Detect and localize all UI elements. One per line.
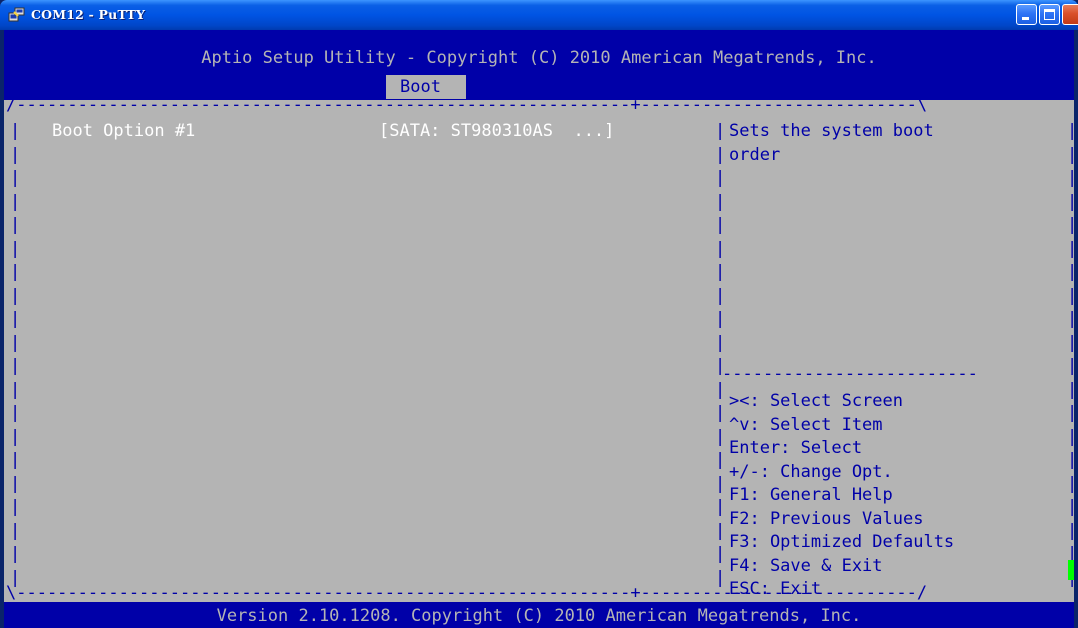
key-select-item: ^v: Select Item	[729, 414, 883, 435]
maximize-icon	[1044, 9, 1055, 20]
close-button[interactable]	[1062, 4, 1078, 25]
key-previous-values: F2: Previous Values	[729, 508, 924, 529]
middle-border: | | | | | | | | | | | | | | | | | | | |	[715, 121, 726, 588]
key-optimized-defaults: F3: Optimized Defaults	[729, 532, 955, 552]
maximize-button[interactable]	[1039, 4, 1060, 25]
right-border: | | | | | | | | | | | | | | | | | | | |	[1067, 121, 1074, 588]
boot-option-1-value[interactable]: [SATA: ST980310AS ...]	[379, 120, 614, 144]
left-border: | | | | | | | | | | | | | | | | | | | |	[10, 121, 21, 588]
key-legend: ><: Select Screen ^v: Select Item Enter:…	[729, 390, 954, 602]
help-line-2: order	[729, 144, 781, 165]
minimize-button[interactable]	[1016, 4, 1037, 25]
help-separator: -------------------------	[722, 364, 978, 384]
terminal-cursor	[1068, 560, 1074, 580]
bios-header-title: Aptio Setup Utility - Copyright (C) 2010…	[201, 48, 877, 68]
bios-footer-text: Version 2.10.1208. Copyright (C) 2010 Am…	[216, 606, 862, 626]
key-change-opt: +/-: Change Opt.	[729, 461, 893, 482]
boot-option-1-label[interactable]: Boot Option #1	[52, 120, 195, 144]
bios-footer: Version 2.10.1208. Copyright (C) 2010 Am…	[4, 602, 1074, 628]
minimize-icon	[1022, 17, 1029, 20]
putty-window: COM12 - PuTTY Aptio Setup Utility - Copy…	[0, 0, 1078, 628]
key-general-help: F1: General Help	[729, 485, 893, 505]
panel-top-border: /---------------------------------------…	[6, 95, 928, 115]
help-line-1: Sets the system boot	[729, 121, 934, 141]
terminal-screen[interactable]: Aptio Setup Utility - Copyright (C) 2010…	[4, 30, 1074, 628]
key-select-screen: ><: Select Screen	[729, 391, 903, 411]
key-enter-select: Enter: Select	[729, 438, 863, 458]
putty-icon[interactable]	[8, 7, 25, 23]
bios-header: Aptio Setup Utility - Copyright (C) 2010…	[4, 30, 1074, 84]
window-title: COM12 - PuTTY	[31, 7, 146, 22]
bios-main-panel: /---------------------------------------…	[4, 95, 1074, 603]
help-text: Sets the system boot order	[729, 120, 934, 167]
title-bar[interactable]: COM12 - PuTTY	[0, 0, 1078, 30]
key-save-exit: F4: Save & Exit	[729, 555, 883, 576]
